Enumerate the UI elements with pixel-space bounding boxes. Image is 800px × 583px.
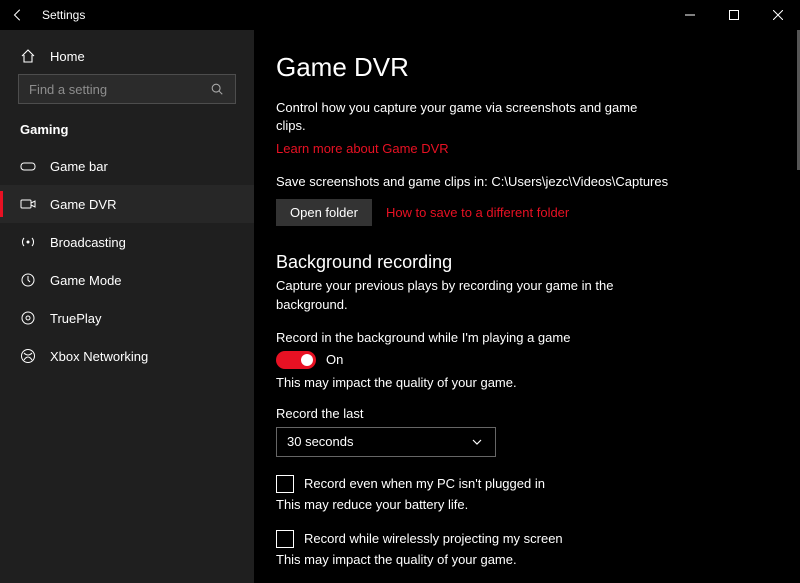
gamebar-icon <box>20 158 36 174</box>
background-recording-heading: Background recording <box>276 252 770 273</box>
close-button[interactable] <box>756 0 800 30</box>
home-icon <box>20 48 36 64</box>
sidebar-item-game-dvr[interactable]: Game DVR <box>0 185 254 223</box>
search-placeholder: Find a setting <box>29 82 107 97</box>
sidebar-item-label: Game DVR <box>50 197 116 212</box>
record-wireless-hint: This may impact the quality of your game… <box>276 552 770 567</box>
dvr-icon <box>20 196 36 212</box>
maximize-button[interactable] <box>712 0 756 30</box>
titlebar: Settings <box>0 0 800 30</box>
record-wireless-checkbox[interactable] <box>276 530 294 548</box>
settings-window: Settings Home Find a setting <box>0 0 800 583</box>
save-path-label: Save screenshots and game clips in: C:\U… <box>276 174 770 189</box>
sidebar-item-xbox-networking[interactable]: Xbox Networking <box>0 337 254 375</box>
record-wireless-label: Record while wirelessly projecting my sc… <box>304 531 563 546</box>
bg-toggle-hint: This may impact the quality of your game… <box>276 375 770 390</box>
record-unplugged-hint: This may reduce your battery life. <box>276 497 770 512</box>
sidebar-group-label: Gaming <box>0 114 254 147</box>
sidebar-item-broadcasting[interactable]: Broadcasting <box>0 223 254 261</box>
sidebar-item-game-mode[interactable]: Game Mode <box>0 261 254 299</box>
search-icon <box>209 81 225 97</box>
record-last-label: Record the last <box>276 406 770 421</box>
sidebar-item-label: Broadcasting <box>50 235 126 250</box>
sidebar-item-label: Game Mode <box>50 273 122 288</box>
open-folder-button[interactable]: Open folder <box>276 199 372 226</box>
content-pane[interactable]: Game DVR Control how you capture your ga… <box>254 30 800 583</box>
sidebar-item-game-bar[interactable]: Game bar <box>0 147 254 185</box>
page-description: Control how you capture your game via sc… <box>276 99 646 135</box>
chevron-down-icon <box>469 434 485 450</box>
page-title: Game DVR <box>276 52 770 83</box>
record-last-select[interactable]: 30 seconds <box>276 427 496 457</box>
sidebar: Home Find a setting Gaming Game bar <box>0 30 254 583</box>
learn-more-link[interactable]: Learn more about Game DVR <box>276 141 449 156</box>
bg-toggle-label: Record in the background while I'm playi… <box>276 330 770 345</box>
minimize-button[interactable] <box>668 0 712 30</box>
xbox-icon <box>20 348 36 364</box>
sidebar-item-trueplay[interactable]: TruePlay <box>0 299 254 337</box>
record-last-value: 30 seconds <box>287 434 354 449</box>
trueplay-icon <box>20 310 36 326</box>
sidebar-item-label: TruePlay <box>50 311 102 326</box>
search-input[interactable]: Find a setting <box>18 74 236 104</box>
bg-toggle-state: On <box>326 352 343 367</box>
sidebar-home[interactable]: Home <box>0 38 254 74</box>
back-button[interactable] <box>0 8 36 22</box>
record-unplugged-label: Record even when my PC isn't plugged in <box>304 476 545 491</box>
broadcast-icon <box>20 234 36 250</box>
window-title: Settings <box>42 8 85 22</box>
sidebar-home-label: Home <box>50 49 85 64</box>
background-recording-desc: Capture your previous plays by recording… <box>276 277 636 313</box>
record-unplugged-checkbox[interactable] <box>276 475 294 493</box>
gamemode-icon <box>20 272 36 288</box>
how-to-save-link[interactable]: How to save to a different folder <box>386 205 569 220</box>
sidebar-item-label: Xbox Networking <box>50 349 148 364</box>
sidebar-item-label: Game bar <box>50 159 108 174</box>
bg-toggle[interactable] <box>276 351 316 369</box>
